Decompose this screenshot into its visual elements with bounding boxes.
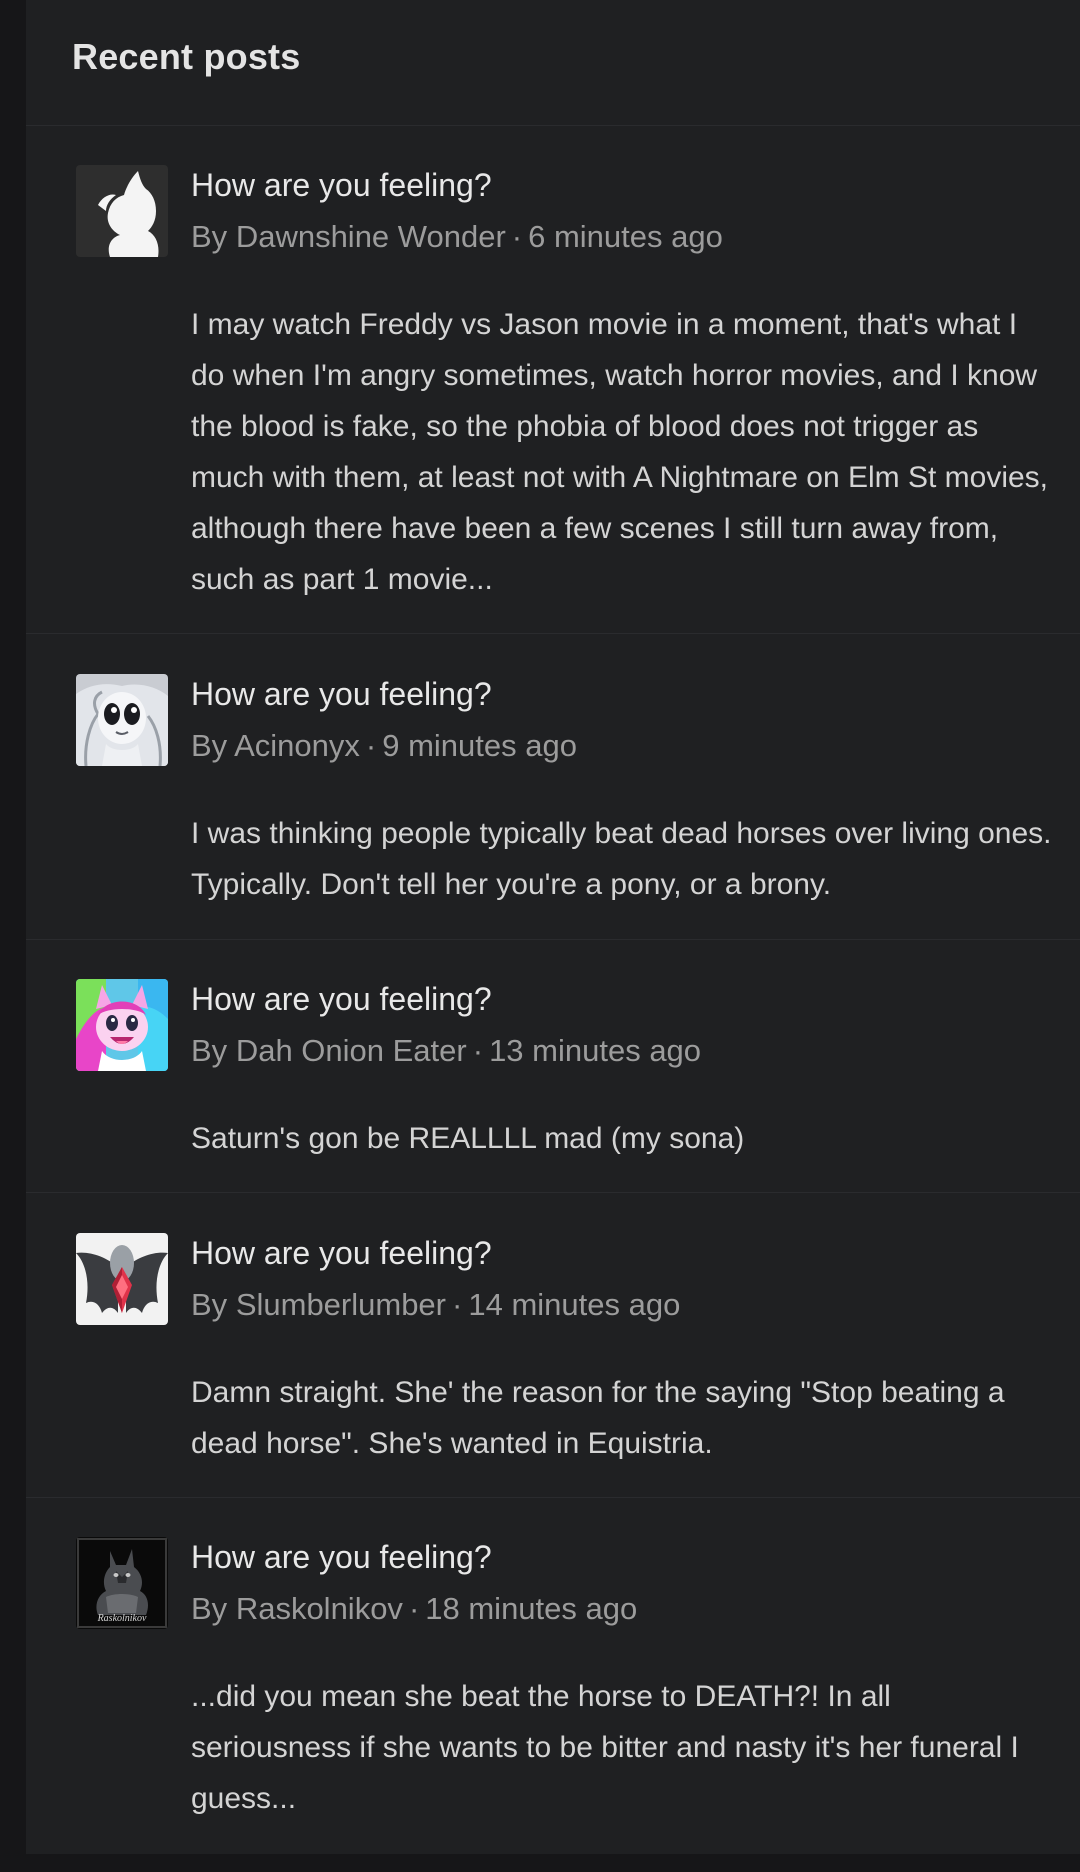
post-meta: By Slumberlumber · 14 minutes ago: [191, 1287, 680, 1323]
meta-separator: ·: [408, 1591, 420, 1626]
post-item: Raskolnikov How are you feeling? By Rask…: [26, 1537, 1080, 1837]
post-timestamp: 9 minutes ago: [382, 728, 577, 763]
post-excerpt: ...did you mean she beat the horse to DE…: [191, 1680, 1019, 1815]
pony-silhouette-avatar[interactable]: [76, 165, 168, 257]
post-excerpt: Saturn's gon be REALLLL mad (my sona): [191, 1122, 745, 1155]
post-title-link[interactable]: How are you feeling?: [191, 1235, 492, 1272]
avatar-signature: Raskolnikov: [97, 1613, 147, 1624]
by-label: By: [191, 1287, 228, 1322]
header-divider: [26, 125, 1080, 126]
post-excerpt: I was thinking people typically beat dea…: [191, 817, 1052, 901]
post-meta: By Acinonyx · 9 minutes ago: [191, 728, 577, 764]
author-link[interactable]: Dah Onion Eater: [236, 1033, 467, 1068]
meta-separator: ·: [365, 728, 377, 763]
by-label: By: [191, 1591, 228, 1626]
post-timestamp: 18 minutes ago: [425, 1591, 638, 1626]
recent-posts-panel: Recent posts How are you feeling? By Daw…: [26, 0, 1080, 1854]
post-meta: By Dah Onion Eater · 13 minutes ago: [191, 1033, 701, 1069]
author-link[interactable]: Raskolnikov: [236, 1591, 403, 1626]
dark-wolf-avatar[interactable]: Raskolnikov: [76, 1537, 168, 1629]
white-pony-avatar[interactable]: [76, 674, 168, 766]
post-item: How are you feeling? By Dah Onion Eater ·…: [26, 979, 1080, 1193]
post-divider: [26, 1497, 1080, 1498]
section-title: Recent posts: [72, 36, 301, 77]
post-divider: [26, 633, 1080, 634]
author-link[interactable]: Dawnshine Wonder: [236, 219, 506, 254]
post-title-link[interactable]: How are you feeling?: [191, 1539, 492, 1576]
post-timestamp: 13 minutes ago: [489, 1033, 702, 1068]
post-title-link[interactable]: How are you feeling?: [191, 981, 492, 1018]
meta-separator: ·: [511, 219, 523, 254]
post-title-link[interactable]: How are you feeling?: [191, 167, 492, 204]
meta-separator: ·: [452, 1287, 463, 1322]
post-excerpt: I may watch Freddy vs Jason movie in a m…: [191, 308, 1049, 596]
by-label: By: [191, 1033, 228, 1068]
author-link[interactable]: Acinonyx: [234, 728, 360, 763]
post-item: How are you feeling? By Slumberlumber · 14…: [26, 1233, 1080, 1498]
post-meta: By Dawnshine Wonder · 6 minutes ago: [191, 219, 723, 255]
post-item: How are you feeling? By Dawnshine Wonder…: [26, 165, 1080, 634]
post-timestamp: 6 minutes ago: [528, 219, 723, 254]
rainbow-pony-avatar[interactable]: [76, 979, 168, 1071]
post-meta: By Raskolnikov · 18 minutes ago: [191, 1591, 637, 1627]
bat-wing-avatar[interactable]: [76, 1233, 168, 1325]
post-title-link[interactable]: How are you feeling?: [191, 676, 492, 713]
post-item: How are you feeling? By Acinonyx · 9 minut…: [26, 674, 1080, 940]
post-divider: [26, 939, 1080, 940]
by-label: By: [191, 219, 228, 254]
meta-separator: ·: [472, 1033, 484, 1068]
author-link[interactable]: Slumberlumber: [236, 1287, 446, 1322]
by-label: By: [191, 728, 228, 763]
post-divider: [26, 1192, 1080, 1193]
post-excerpt: Damn straight. She' the reason for the s…: [191, 1376, 1005, 1460]
post-timestamp: 14 minutes ago: [468, 1287, 681, 1322]
